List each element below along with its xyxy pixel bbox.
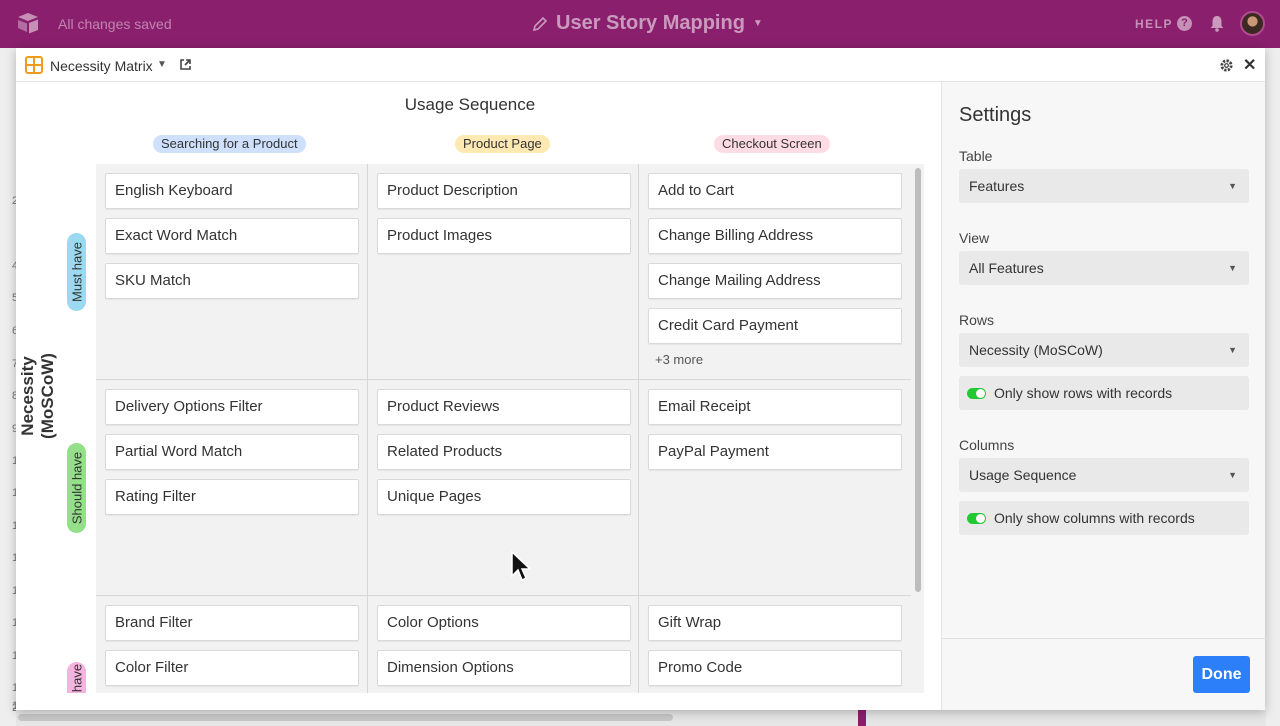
table-select[interactable]: Features ▼	[959, 169, 1249, 203]
matrix-grid: English Keyboard Exact Word Match SKU Ma…	[96, 164, 924, 693]
record-card[interactable]: Product Reviews	[377, 389, 631, 425]
record-card[interactable]: Gift Wrap	[648, 605, 902, 641]
column-header-pill: Product Page	[455, 135, 550, 153]
block-fullscreen-dialog: Necessity Matrix ▼ ✕ Usage Sequence Sear…	[16, 48, 1266, 710]
save-status: All changes saved	[58, 16, 172, 32]
row-header-pill: have	[67, 662, 86, 693]
help-icon[interactable]: ?	[1177, 16, 1192, 31]
chevron-down-icon: ▼	[1228, 263, 1237, 273]
mouse-cursor-icon	[511, 550, 532, 582]
matrix-vertical-scrollbar[interactable]	[915, 168, 921, 592]
columns-select-value: Usage Sequence	[969, 467, 1077, 483]
rows-select[interactable]: Necessity (MoSCoW) ▼	[959, 333, 1249, 367]
record-card[interactable]: Dimension Options	[377, 650, 631, 686]
record-card[interactable]: Color Filter	[105, 650, 359, 686]
record-card[interactable]: Brand Filter	[105, 605, 359, 641]
chevron-down-icon: ▼	[1228, 470, 1237, 480]
base-horizontal-scrollbar[interactable]	[18, 714, 673, 721]
help-link[interactable]: HELP	[1135, 17, 1173, 31]
record-card[interactable]: Promo Code	[648, 650, 902, 686]
rows-select-value: Necessity (MoSCoW)	[969, 342, 1103, 358]
block-name[interactable]: Necessity Matrix	[50, 58, 153, 74]
chevron-down-icon: ▼	[1228, 181, 1237, 191]
column-header-pill: Checkout Screen	[714, 135, 830, 153]
record-card[interactable]: Change Billing Address	[648, 218, 902, 254]
rows-records-toggle-row[interactable]: Only show rows with records	[959, 376, 1249, 410]
record-card[interactable]: Change Mailing Address	[648, 263, 902, 299]
column-header-pill: Searching for a Product	[153, 135, 306, 153]
columns-select[interactable]: Usage Sequence ▼	[959, 458, 1249, 492]
rows-records-toggle-label: Only show rows with records	[994, 385, 1173, 401]
record-card[interactable]: Partial Word Match	[105, 434, 359, 470]
matrix-block-icon	[25, 56, 43, 74]
user-avatar[interactable]	[1240, 11, 1265, 36]
rows-records-toggle[interactable]	[967, 388, 986, 399]
show-more-link[interactable]: +3 more	[655, 352, 703, 367]
view-label: View	[959, 230, 990, 246]
settings-panel: Settings Table Features ▼ View All Featu…	[941, 82, 1266, 710]
record-card[interactable]: Product Description	[377, 173, 631, 209]
row-field-title: Necessity (MoSCoW)	[18, 353, 57, 439]
row-header-pill: Should have	[67, 443, 86, 533]
columns-records-toggle-row[interactable]: Only show columns with records	[959, 501, 1249, 535]
table-select-value: Features	[969, 178, 1025, 194]
airtable-logo-icon[interactable]	[16, 12, 40, 34]
column-field-title: Usage Sequence	[404, 95, 536, 114]
view-select[interactable]: All Features ▼	[959, 251, 1249, 285]
record-card[interactable]: SKU Match	[105, 263, 359, 299]
settings-divider	[942, 638, 1266, 639]
gear-icon[interactable]	[1219, 58, 1234, 73]
settings-heading: Settings	[959, 104, 1032, 126]
row-header-label: Should have	[69, 451, 84, 525]
columns-records-toggle-label: Only show columns with records	[994, 510, 1195, 526]
record-card[interactable]: PayPal Payment	[648, 434, 902, 470]
record-card[interactable]: Delivery Options Filter	[105, 389, 359, 425]
row-divider	[96, 595, 911, 596]
columns-records-toggle[interactable]	[967, 513, 986, 524]
row-header-label: have	[69, 663, 84, 692]
record-card[interactable]: Color Options	[377, 605, 631, 641]
base-side-accent	[858, 710, 866, 726]
chevron-down-icon: ▼	[752, 18, 763, 29]
open-external-icon[interactable]	[179, 58, 192, 71]
view-select-value: All Features	[969, 260, 1044, 276]
column-divider	[638, 164, 639, 693]
base-title-menu[interactable]: User Story Mapping ▼	[532, 12, 763, 35]
record-card[interactable]: Add to Cart	[648, 173, 902, 209]
record-card[interactable]: Exact Word Match	[105, 218, 359, 254]
row-divider	[96, 379, 911, 380]
record-card[interactable]: Unique Pages	[377, 479, 631, 515]
record-card[interactable]: Email Receipt	[648, 389, 902, 425]
done-button[interactable]: Done	[1193, 656, 1250, 693]
chevron-down-icon: ▼	[1228, 345, 1237, 355]
record-card[interactable]: Credit Card Payment	[648, 308, 902, 344]
record-card[interactable]: Related Products	[377, 434, 631, 470]
table-label: Table	[959, 148, 993, 164]
block-header: Necessity Matrix ▼ ✕	[16, 48, 1265, 82]
notification-bell-icon[interactable]	[1209, 15, 1225, 32]
columns-label: Columns	[959, 437, 1015, 453]
record-card[interactable]: Product Images	[377, 218, 631, 254]
app-top-bar: All changes saved User Story Mapping ▼ H…	[0, 0, 1280, 48]
rows-label: Rows	[959, 312, 995, 328]
base-name: User Story Mapping	[556, 12, 745, 34]
close-icon[interactable]: ✕	[1243, 55, 1256, 75]
row-header-pill: Must have	[67, 233, 86, 311]
chevron-down-icon[interactable]: ▼	[157, 59, 167, 70]
row-number-gutter: 2 4 5 6 7 8 9 1 1 1 1 1 1 1 1 1 2	[0, 120, 18, 720]
pencil-icon	[532, 16, 548, 31]
row-header-label: Must have	[69, 242, 84, 302]
column-divider	[367, 164, 368, 693]
record-card[interactable]: Rating Filter	[105, 479, 359, 515]
record-card[interactable]: English Keyboard	[105, 173, 359, 209]
